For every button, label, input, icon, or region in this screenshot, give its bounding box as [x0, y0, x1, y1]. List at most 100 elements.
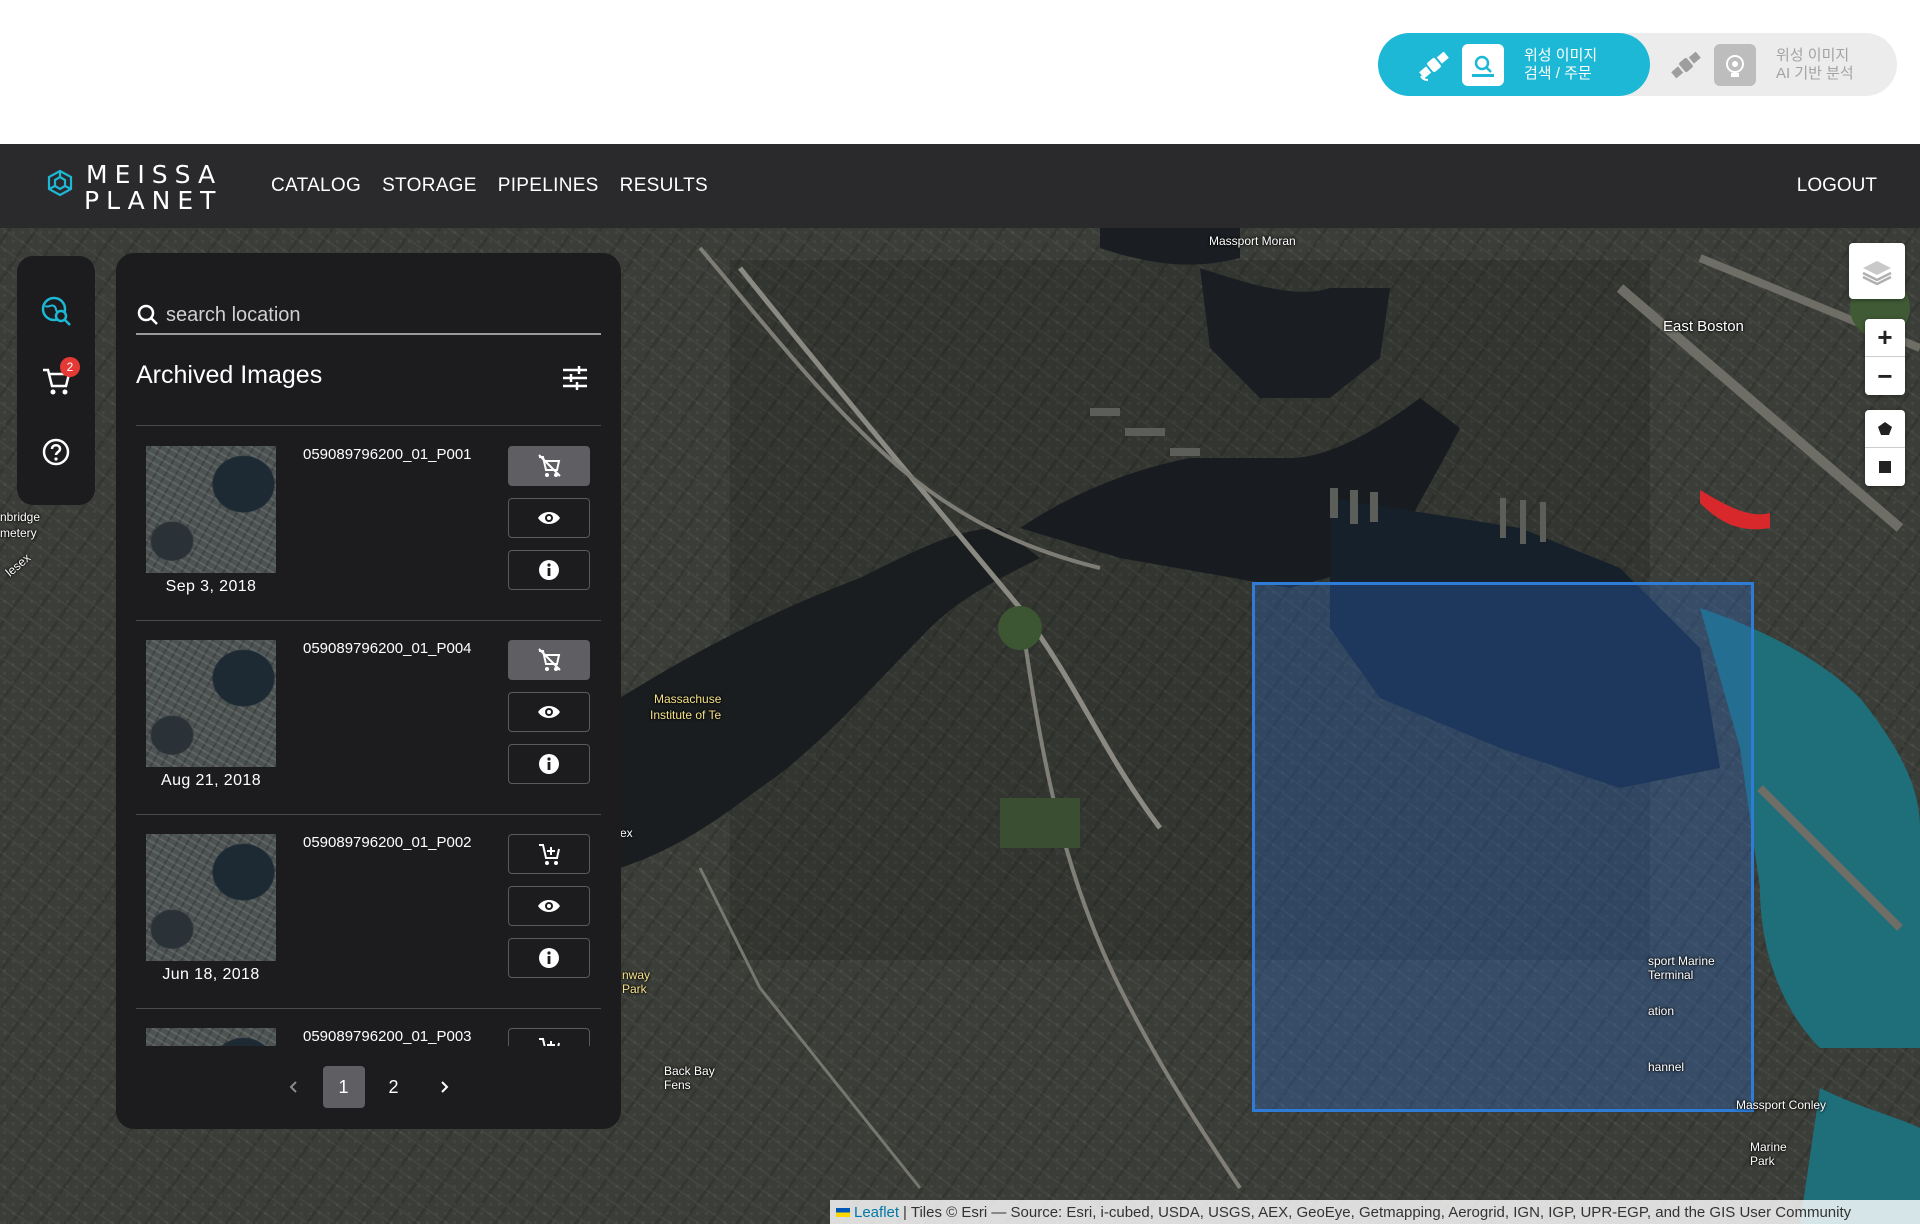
cart-button[interactable]: 2 [36, 357, 80, 401]
mode-search-order-button[interactable]: 위성 이미지 검색 / 주문 [1378, 33, 1650, 96]
mode-ai-analysis-button[interactable]: 위성 이미지 AI 기반 분석 [1650, 33, 1897, 96]
filter-button[interactable] [560, 363, 592, 395]
image-date: Sep 3, 2018 [165, 578, 257, 595]
filter-sliders-icon [563, 366, 587, 390]
help-button[interactable] [36, 432, 76, 472]
layers-toggle-button[interactable] [1849, 243, 1905, 299]
image-thumbnail[interactable] [146, 834, 276, 961]
meissa-planet-logo[interactable]: MEISSA PLANET [44, 158, 244, 215]
cart-add-icon [539, 1038, 560, 1046]
info-icon [539, 948, 559, 968]
info-icon [539, 754, 559, 774]
image-thumbnail[interactable] [146, 640, 276, 767]
map-label-massport-conley: Massport Conley [1736, 1098, 1827, 1112]
draw-polygon-button[interactable] [1865, 410, 1905, 448]
map-label-massport-moran: Massport Moran [1209, 234, 1296, 248]
search-location-field [136, 297, 601, 335]
help-icon [42, 438, 70, 466]
layers-icon [1862, 261, 1892, 286]
leaflet-link[interactable]: Leaflet [854, 1204, 899, 1221]
page-1-button[interactable]: 1 [322, 1066, 365, 1108]
map-label-channel: hannel [1648, 1060, 1685, 1074]
list-item: Aug 21, 2018 059089796200_01_P004 [136, 620, 601, 814]
image-id: 059089796200_01_P004 [303, 640, 472, 657]
info-button[interactable] [508, 938, 590, 978]
eye-icon [538, 706, 560, 718]
search-location-input[interactable] [166, 303, 586, 327]
map-label-station: ation [1648, 1004, 1675, 1018]
polygon-icon [1878, 421, 1892, 435]
map-label-institute: Institute of Te [650, 708, 722, 722]
nav-links: CATALOG STORAGE PIPELINES RESULTS [271, 144, 729, 228]
list-item: Sep 3, 2018 059089796200_01_P001 [136, 426, 601, 620]
mode-toggle: 위성 이미지 검색 / 주문 위성 이미지 AI 기반 분석 [1378, 33, 1897, 96]
next-page-button[interactable] [423, 1066, 465, 1108]
map-label-marine-park: Marine Park [1750, 1140, 1787, 1168]
map-label-massachusetts: Massachuse [654, 692, 722, 706]
image-thumbnail[interactable] [146, 1028, 276, 1046]
list-item: 059089796200_01_P003 [136, 1008, 601, 1046]
satellite-icon [1414, 45, 1454, 85]
info-button[interactable] [508, 550, 590, 590]
search-icon [137, 304, 158, 325]
archived-images-panel: Archived Images Sep 3, 2018 059089796200… [116, 253, 621, 1129]
preview-button[interactable] [508, 498, 590, 538]
satellite-icon [1666, 45, 1706, 85]
add-to-cart-button[interactable] [508, 834, 590, 874]
logo-text-line2: PLANET [84, 186, 223, 215]
prev-page-button[interactable] [273, 1066, 315, 1108]
archived-images-list: Sep 3, 2018 059089796200_01_P001 Aug 21,… [136, 426, 601, 1046]
cart-count-badge: 2 [60, 357, 80, 377]
rectangle-icon [1879, 461, 1891, 473]
preview-button[interactable] [508, 886, 590, 926]
nav-pipelines[interactable]: PIPELINES [498, 175, 599, 197]
search-map-button[interactable] [36, 291, 76, 331]
info-button[interactable] [508, 744, 590, 784]
mode-search-order-label: 위성 이미지 검색 / 주문 [1524, 47, 1597, 83]
chevron-left-icon [289, 1081, 297, 1093]
navbar: MEISSA PLANET CATALOG STORAGE PIPELINES … [0, 144, 1920, 228]
image-thumbnail[interactable] [146, 446, 276, 573]
nav-storage[interactable]: STORAGE [382, 175, 477, 197]
map-label-marine-terminal: sport Marine Terminal [1648, 954, 1715, 982]
logo-icon [44, 168, 76, 203]
logout-button[interactable]: LOGOUT [1797, 144, 1877, 228]
top-banner: 위성 이미지 검색 / 주문 위성 이미지 AI 기반 분석 [0, 0, 1920, 144]
draw-rectangle-button[interactable] [1865, 448, 1905, 486]
draw-control [1865, 410, 1905, 486]
image-id: 059089796200_01_P003 [303, 1028, 472, 1045]
info-icon [539, 560, 559, 580]
eye-icon [538, 900, 560, 912]
mode-search-order-line2: 검색 / 주문 [1524, 64, 1592, 82]
cart-add-icon [539, 844, 560, 865]
preview-button[interactable] [508, 692, 590, 732]
list-item: Jun 18, 2018 059089796200_01_P002 [136, 814, 601, 1008]
map-attribution: Leaflet | Tiles © Esri — Source: Esri, i… [830, 1200, 1920, 1224]
zoom-in-button[interactable]: + [1865, 319, 1905, 357]
zoom-control: + − [1865, 319, 1905, 395]
nav-results[interactable]: RESULTS [620, 175, 708, 197]
map-label-cemetery: metery [0, 526, 37, 540]
cart-remove-icon [538, 648, 561, 671]
selected-area-rectangle[interactable] [1252, 582, 1754, 1112]
pagination: 1 2 [116, 1066, 621, 1108]
map-label-ex: ex [620, 826, 633, 840]
ai-brain-icon [1714, 43, 1756, 86]
nav-catalog[interactable]: CATALOG [271, 175, 361, 197]
page-2-button[interactable]: 2 [373, 1066, 415, 1108]
mode-ai-analysis-line2: AI 기반 분석 [1776, 64, 1854, 82]
globe-search-icon [41, 296, 71, 326]
left-icon-rail: 2 [17, 256, 95, 505]
ukraine-flag-icon [836, 1207, 850, 1217]
mode-ai-analysis-label: 위성 이미지 AI 기반 분석 [1776, 47, 1854, 83]
image-date: Jun 18, 2018 [162, 966, 260, 983]
add-to-cart-button[interactable] [508, 1028, 590, 1046]
map-label-east-boston: East Boston [1663, 318, 1744, 335]
attribution-text: | Tiles © Esri — Source: Esri, i-cubed, … [903, 1203, 1852, 1221]
remove-from-cart-button[interactable] [508, 640, 590, 680]
mode-search-order-line1: 위성 이미지 [1524, 46, 1598, 64]
panel-title: Archived Images [136, 361, 323, 389]
zoom-out-button[interactable]: − [1865, 357, 1905, 395]
remove-from-cart-button[interactable] [508, 446, 590, 486]
logo-text-line1: MEISSA [86, 160, 223, 189]
